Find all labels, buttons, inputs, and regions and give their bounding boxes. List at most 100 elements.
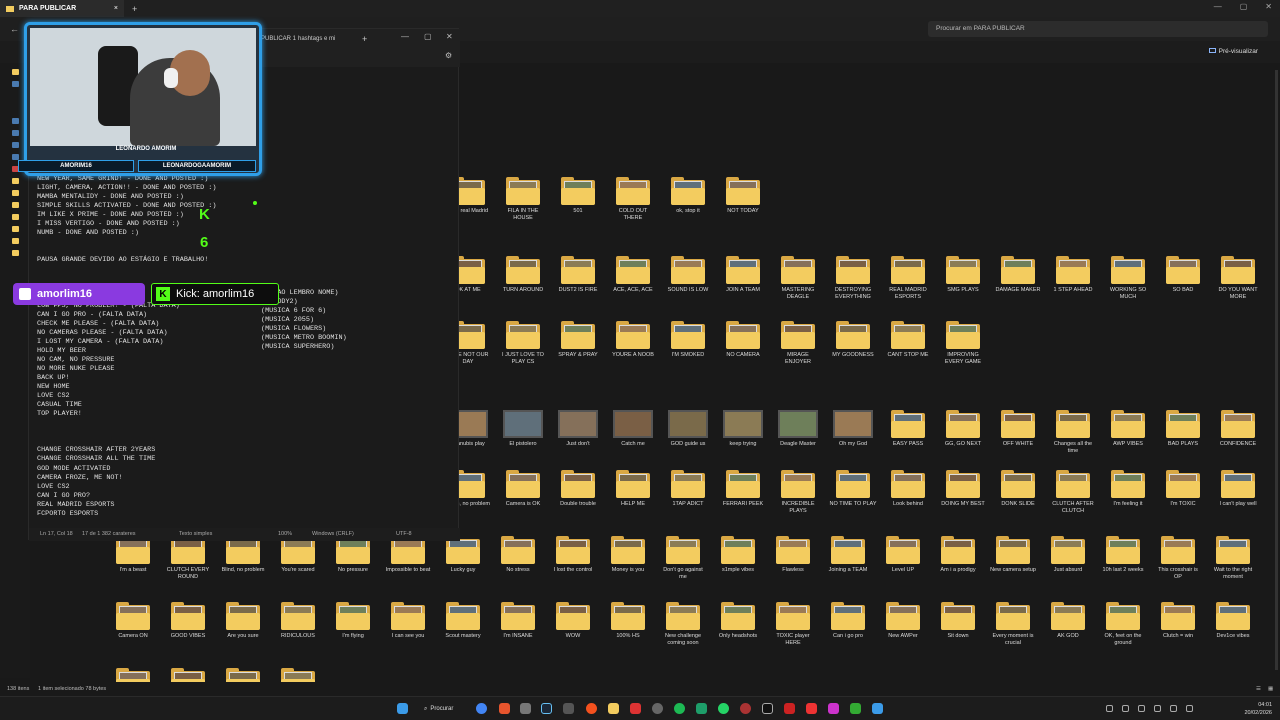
folder-item[interactable]: HELP ME [609,470,657,508]
folder-item[interactable]: SPRAY & PRAY [554,321,602,359]
minimize-icon[interactable]: — [1214,2,1222,11]
taskbar-search-button[interactable]: ⌕ Procurar [424,701,466,717]
folder-item[interactable]: MIRAGE ENJOYER [774,321,822,367]
maximize-icon[interactable]: ▢ [424,32,432,41]
folder-item[interactable]: I JUST LOVE TO PLAY CS [499,321,547,367]
explorer-tab[interactable]: PARA PUBLICAR × [0,0,124,17]
app-icon[interactable] [784,703,795,714]
new-tab-button[interactable]: + [362,34,367,44]
folder-item[interactable]: Only headshots [714,602,762,640]
folder-item[interactable]: RIDICULOUS [274,602,322,640]
folder-item[interactable]: TOXIC player HERE [769,602,817,648]
start-icon[interactable] [397,703,408,714]
nav-item-icon[interactable] [12,238,19,244]
brave-icon[interactable] [499,703,510,714]
folder-item[interactable]: CONFIDENCE [1214,410,1262,448]
folder-item[interactable]: New camera setup [989,536,1037,574]
folder-item[interactable]: Don't go against me [659,536,707,582]
folder-item[interactable]: Lucky guy [439,536,487,574]
folder-item[interactable]: DONK SLIDE [994,470,1042,508]
nav-item-icon[interactable] [12,226,19,232]
tray-icon[interactable] [1138,705,1145,712]
folder-item[interactable]: ACE, ACE, ACE [609,256,657,294]
folder-item[interactable]: I'm flying [329,602,377,640]
app-icon[interactable] [740,703,751,714]
app-icon[interactable] [630,703,641,714]
app-icon[interactable] [828,703,839,714]
folder-item[interactable]: DUST2 IS FIRE [554,256,602,294]
folder-item[interactable]: SO BAD [1159,256,1207,294]
folder-item[interactable]: WOW [549,602,597,640]
folder-item[interactable]: El pistolero [499,410,547,448]
search-input[interactable]: Procurar em PARA PUBLICAR [928,21,1268,37]
details-view-icon[interactable]: ☰ [1256,686,1261,692]
file-explorer-icon[interactable] [608,703,619,714]
folder-item[interactable]: FILA IN THE HOUSE [499,177,547,223]
whatsapp-icon[interactable] [718,703,729,714]
chrome-icon[interactable] [476,703,487,714]
folder-item[interactable]: COLD OUT THERE [609,177,657,223]
close-tab-icon[interactable]: × [114,5,118,12]
folder-item[interactable]: GOD guide us [664,410,712,448]
folder-item[interactable]: SOUND IS LOW [664,256,712,294]
folder-item[interactable]: I'm INSANE [494,602,542,640]
folder-item[interactable]: Wait to the right moment [1209,536,1257,582]
taskbar-clock[interactable]: 04:01 20/02/2026 [1244,701,1272,717]
app-icon[interactable] [563,703,574,714]
folder-item[interactable]: s1mple vibes [714,536,762,574]
folder-item[interactable]: New AWPer [879,602,927,640]
vertical-scrollbar[interactable] [1275,70,1278,670]
folder-item[interactable]: Camera is OK [499,470,547,508]
nav-item-icon[interactable] [12,214,19,220]
notepad-tab-2[interactable]: hashtags e mi [298,36,335,42]
folder-item[interactable]: MASTERING DEAGLE [774,256,822,302]
folder-item[interactable]: I'm feeling it [1104,470,1152,508]
folder-item[interactable]: IMPROVING EVERY GAME [939,321,987,367]
app-icon[interactable] [652,703,663,714]
notepad-tab-1[interactable]: PUBLICAR 1 [261,36,296,42]
folder-item[interactable]: REAL MADRID ESPORTS [884,256,932,302]
tray-icon[interactable] [1186,705,1193,712]
folder-item[interactable]: Scout mastery [439,602,487,640]
tiktok-icon[interactable] [762,703,773,714]
folder-item[interactable]: NOT TODAY [719,177,767,215]
folder-item[interactable]: JOIN A TEAM [719,256,767,294]
folder-item[interactable]: OK, feet on the ground [1099,602,1147,648]
folder-item[interactable]: 10h last 2 weeks [1099,536,1147,574]
folder-item[interactable]: Just absurd [1044,536,1092,574]
folder-item[interactable]: WORKING SO MUCH [1104,256,1152,302]
folder-item[interactable]: Deagle Master [774,410,822,448]
settings-icon[interactable]: ⚙ [445,51,452,60]
folder-item[interactable]: GOOD VIBES [164,602,212,640]
folder-item[interactable]: Clutch = win [1154,602,1202,640]
nav-item-icon[interactable] [12,130,19,136]
nav-item-icon[interactable] [12,69,19,75]
folder-item[interactable]: FERRARI PEEK [719,470,767,508]
status-zoom[interactable]: 100% [278,531,292,537]
tiles-view-icon[interactable]: ▦ [1268,686,1273,692]
folder-item[interactable]: 1 STEP AHEAD [1049,256,1097,294]
folder-item[interactable]: 501 [554,177,602,215]
folder-item[interactable]: I'm TOXIC [1159,470,1207,508]
folder-item[interactable]: DO YOU WANT MORE [1214,256,1262,302]
folder-item[interactable]: TURN AROUND [499,256,547,294]
folder-item[interactable]: Flawless [769,536,817,574]
folder-item[interactable]: NO CAMERA [719,321,767,359]
folder-item[interactable]: Oh my God [829,410,877,448]
back-arrow-icon[interactable]: ← [10,24,19,34]
folder-item[interactable]: Money is you [604,536,652,574]
folder-item[interactable]: CLUTCH AFTER CLUTCH [1049,470,1097,516]
nav-item-icon[interactable] [12,142,19,148]
folder-item[interactable]: 1TAP ADICT [664,470,712,508]
folder-item[interactable]: DESTROYING EVERYTHING [829,256,877,302]
notepad-text-main[interactable]: NEW YEAR, SAME GRIND! - DONE AND POSTED … [37,175,216,519]
folder-item[interactable]: Can i go pro [824,602,872,640]
folder-item[interactable]: AWP VIBES [1104,410,1152,448]
folder-item[interactable]: Sit down [934,602,982,640]
folder-item[interactable]: MY GOODNESS [829,321,877,359]
folder-item[interactable]: SMG PLAYS [939,256,987,294]
folder-item[interactable]: New challenge coming soon [659,602,707,648]
nav-item-icon[interactable] [12,190,19,196]
folder-item[interactable]: This crosshair is OP [1154,536,1202,582]
app-icon[interactable] [806,703,817,714]
